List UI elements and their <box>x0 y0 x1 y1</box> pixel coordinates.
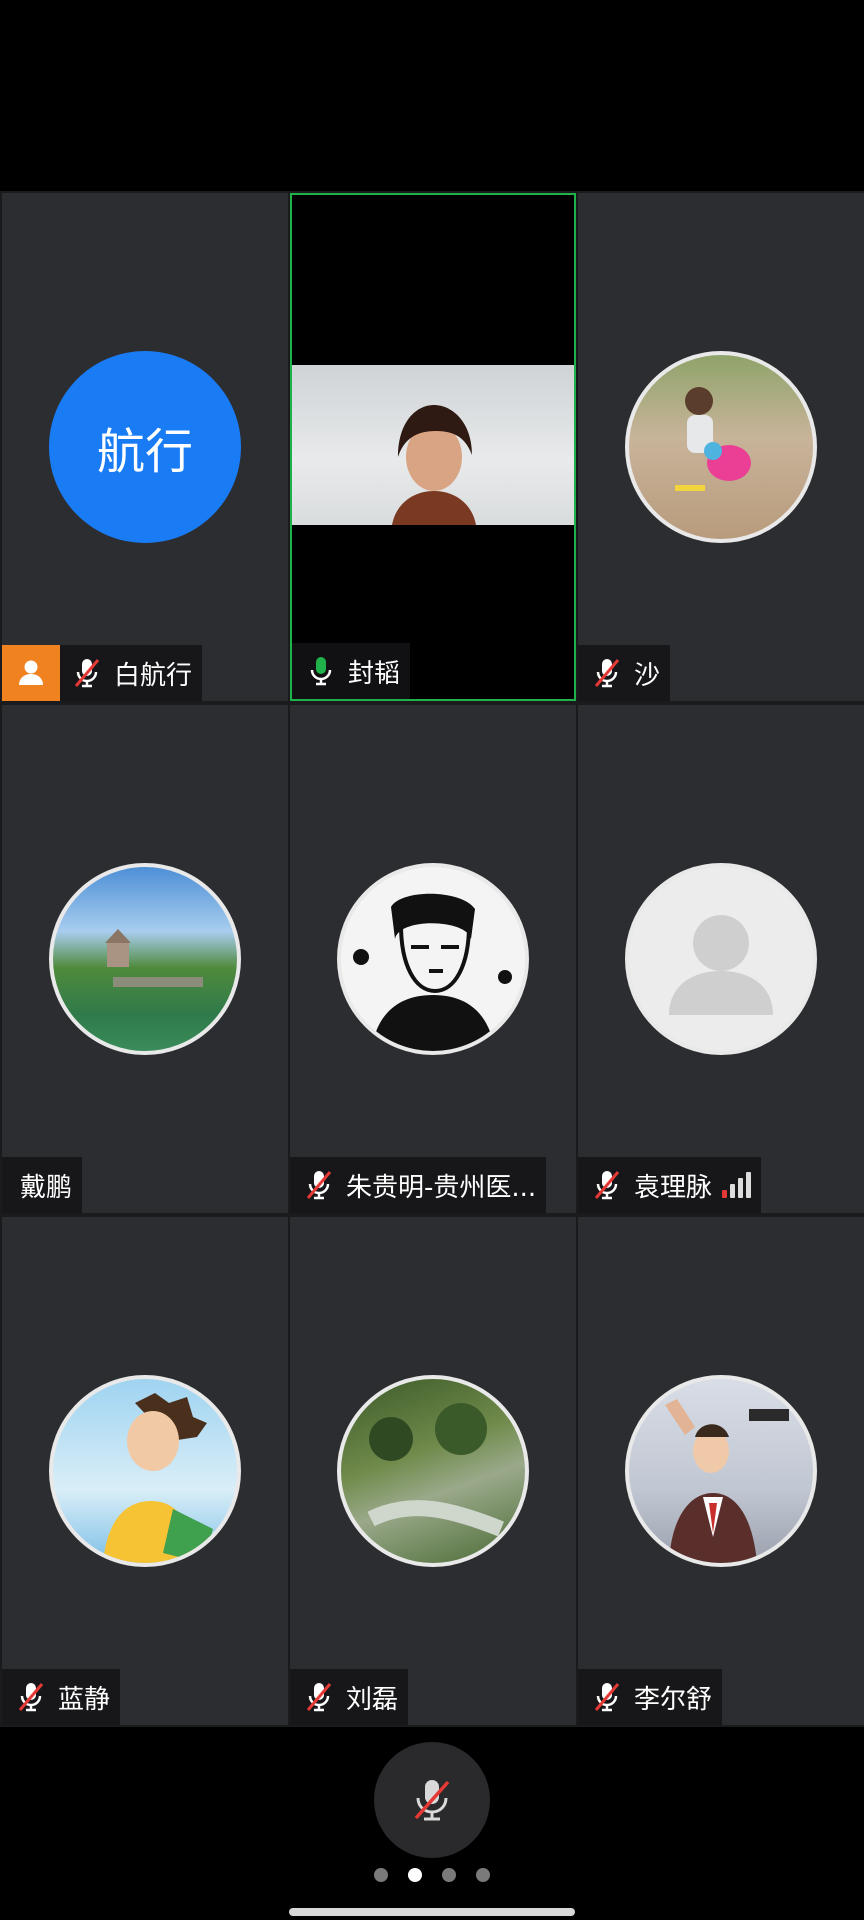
home-indicator[interactable] <box>289 1908 575 1916</box>
default-person-icon <box>625 863 817 1055</box>
page-indicator[interactable] <box>0 1868 864 1882</box>
mic-muted-icon <box>590 1168 624 1202</box>
participant-name: 戴鹏 <box>20 1172 73 1203</box>
participant-tile-5[interactable]: 朱贵明-贵州医... <box>290 705 576 1213</box>
participant-tile-4[interactable]: 戴鹏 <box>2 705 288 1213</box>
page-dot[interactable] <box>442 1868 456 1882</box>
mic-muted-icon <box>70 656 104 690</box>
mic-muted-icon <box>414 1780 450 1821</box>
participant-tile-8[interactable]: 刘磊 <box>290 1217 576 1725</box>
page-dot-current[interactable] <box>408 1868 422 1882</box>
participant-label: 蓝静 <box>2 1669 121 1725</box>
participant-name: 沙 <box>634 660 661 691</box>
video-feed <box>292 365 574 525</box>
anime-illustration-icon <box>625 1375 817 1567</box>
page-dot[interactable] <box>476 1868 490 1882</box>
participant-name: 白航行 <box>114 660 193 691</box>
page-dot[interactable] <box>374 1868 388 1882</box>
avatar-initials: 航行 <box>96 424 193 480</box>
participant-label: 白航行 <box>2 645 203 701</box>
mic-muted-icon <box>590 656 624 690</box>
mic-muted-icon <box>14 1680 48 1714</box>
host-icon <box>2 645 60 701</box>
signal-strength-icon <box>722 1172 752 1198</box>
mic-active-icon <box>304 654 338 688</box>
participant-tile-2[interactable]: 封韬 <box>290 193 576 701</box>
participant-tile-6[interactable]: 袁理脉 <box>578 705 864 1213</box>
participant-name: 朱贵明-贵州医... <box>346 1172 537 1203</box>
mic-muted-icon <box>302 1168 336 1202</box>
cartoon-boy-icon <box>49 1375 241 1567</box>
participant-name: 蓝静 <box>58 1684 111 1715</box>
participant-label: 戴鹏 <box>2 1157 83 1213</box>
landscape-photo-icon <box>49 863 241 1055</box>
participant-label: 沙 <box>578 645 671 701</box>
participant-tile-1[interactable]: 航行 白航行 <box>2 193 288 701</box>
participant-name: 袁理脉 <box>634 1172 713 1203</box>
participant-name: 李尔舒 <box>634 1684 713 1715</box>
participant-label: 李尔舒 <box>578 1669 723 1725</box>
participant-name: 封韬 <box>348 658 401 689</box>
participant-tile-9[interactable]: 李尔舒 <box>578 1217 864 1725</box>
participant-label: 封韬 <box>292 643 411 699</box>
participant-label: 朱贵明-贵州医... <box>290 1157 547 1213</box>
mic-muted-icon <box>590 1680 624 1714</box>
participant-label: 刘磊 <box>290 1669 409 1725</box>
forest-photo-icon <box>337 1375 529 1567</box>
participant-name: 刘磊 <box>346 1684 399 1715</box>
mute-toggle-button[interactable] <box>374 1742 490 1858</box>
participant-label: 袁理脉 <box>578 1157 762 1213</box>
video-grid: 航行 白航行 封韬 沙 戴鹏 朱贵明-贵州医... 袁理脉 蓝静 刘磊 李尔舒 <box>0 191 864 1727</box>
sketch-portrait-icon <box>337 863 529 1055</box>
participant-tile-3[interactable]: 沙 <box>578 193 864 701</box>
participant-tile-7[interactable]: 蓝静 <box>2 1217 288 1725</box>
child-photo-icon <box>625 351 817 543</box>
mic-muted-icon <box>302 1680 336 1714</box>
avatar: 航行 <box>49 351 241 543</box>
